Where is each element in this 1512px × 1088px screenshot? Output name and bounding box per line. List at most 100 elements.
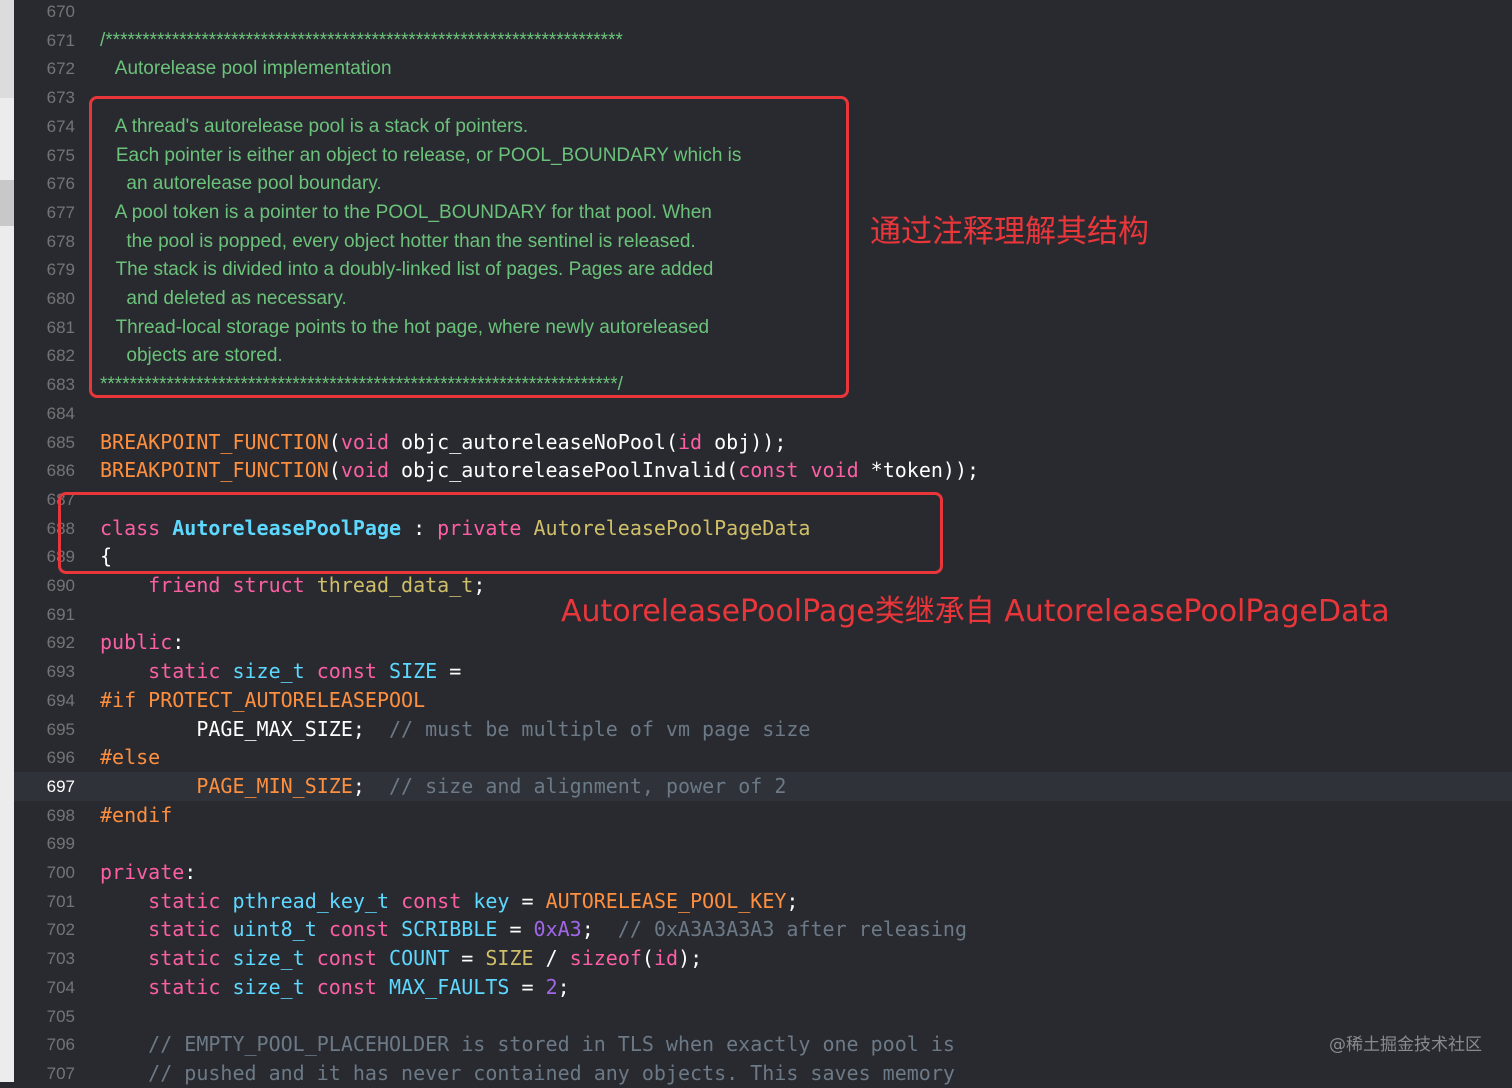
line-number[interactable]: 704 <box>14 973 75 1002</box>
code-line[interactable]: 696 #else <box>14 743 1512 772</box>
line-number[interactable]: 682 <box>14 341 75 370</box>
code-line[interactable]: 672 Autorelease pool implementation <box>14 54 1512 83</box>
code-token: BREAKPOINT_FUNCTION <box>100 458 329 483</box>
line-number[interactable]: 699 <box>14 829 75 858</box>
line-number[interactable]: 690 <box>14 571 75 600</box>
line-number[interactable]: 691 <box>14 600 75 629</box>
code-text: #endif <box>100 801 172 830</box>
code-line[interactable]: 702 static uint8_t const SCRIBBLE = 0xA3… <box>14 915 1512 944</box>
code-token: // EMPTY_POOL_PLACEHOLDER is stored in T… <box>148 1032 955 1057</box>
code-line[interactable]: 692 public: <box>14 628 1512 657</box>
watermark: @稀土掘金技术社区 <box>1329 1035 1482 1055</box>
line-number[interactable]: 695 <box>14 715 75 744</box>
code-line[interactable]: 685 BREAKPOINT_FUNCTION(void objc_autorel… <box>14 428 1512 457</box>
line-number[interactable]: 676 <box>14 169 75 198</box>
code-token: // size and alignment, power of 2 <box>389 773 787 798</box>
line-number[interactable]: 680 <box>14 284 75 313</box>
code-line[interactable]: 698 #endif <box>14 801 1512 830</box>
code-token: *token)); <box>858 458 980 483</box>
code-line[interactable]: 703 static size_t const COUNT = SIZE / s… <box>14 944 1512 973</box>
line-number[interactable]: 696 <box>14 743 75 772</box>
code-text: private: <box>100 858 196 887</box>
code-token: ; <box>557 974 570 999</box>
code-token: const <box>316 946 377 971</box>
line-number[interactable]: 674 <box>14 112 75 141</box>
code-token: // must be multiple of vm page size <box>388 716 811 741</box>
code-line[interactable]: 670 <box>14 0 1512 26</box>
line-number[interactable]: 692 <box>14 628 75 657</box>
code-token: id <box>677 429 703 454</box>
line-number[interactable]: 673 <box>14 83 75 112</box>
comment-highlight-box <box>89 96 849 398</box>
line-number[interactable]: 698 <box>14 801 75 830</box>
code-token: friend <box>148 573 221 597</box>
line-number[interactable]: 683 <box>14 370 75 399</box>
line-number[interactable]: 701 <box>14 887 75 916</box>
line-number[interactable]: 671 <box>14 26 75 55</box>
code-token: PAGE_MAX_SIZE; <box>100 716 389 741</box>
code-line[interactable]: 686 BREAKPOINT_FUNCTION(void objc_autorel… <box>14 456 1512 485</box>
code-token: struct <box>232 573 305 597</box>
code-line[interactable]: 699 <box>14 829 1512 858</box>
line-number[interactable]: 684 <box>14 399 75 428</box>
code-line[interactable]: 693 static size_t const SIZE = <box>14 657 1512 686</box>
code-token: AUTORELEASE_POOL_KEY <box>545 888 787 913</box>
code-token: = <box>437 659 462 684</box>
code-line[interactable]: 695 PAGE_MAX_SIZE; // must be multiple o… <box>14 715 1512 744</box>
line-number[interactable]: 706 <box>14 1030 75 1059</box>
code-line[interactable]: 707 // pushed and it has never contained… <box>14 1059 1512 1088</box>
left-edge-panel <box>0 0 14 1082</box>
code-text: Autorelease pool implementation <box>100 54 392 83</box>
line-number[interactable]: 707 <box>14 1059 75 1088</box>
code-line[interactable]: 684 <box>14 399 1512 428</box>
code-token: const <box>316 974 377 999</box>
line-number[interactable]: 677 <box>14 198 75 227</box>
code-token: sizeof <box>569 946 642 971</box>
line-number[interactable]: 702 <box>14 915 75 944</box>
code-token: pthread_key_t <box>232 888 390 913</box>
code-line[interactable]: 694 #if PROTECT_AUTORELEASEPOOL <box>14 686 1512 715</box>
code-line[interactable]: 671 /************************************… <box>14 26 1512 55</box>
code-line[interactable]: 701 static pthread_key_t const key = AUT… <box>14 887 1512 916</box>
code-text: static size_t const COUNT = SIZE / sizeo… <box>100 944 702 973</box>
line-number[interactable]: 675 <box>14 141 75 170</box>
line-number[interactable]: 685 <box>14 428 75 457</box>
code-line[interactable]: 706 // EMPTY_POOL_PLACEHOLDER is stored … <box>14 1030 1512 1059</box>
code-line[interactable]: 700 private: <box>14 858 1512 887</box>
code-token: size_t <box>232 974 305 999</box>
line-number[interactable]: 672 <box>14 54 75 83</box>
code-text: #else <box>100 743 160 772</box>
code-token: = <box>449 946 486 971</box>
code-token: ; <box>352 773 389 798</box>
code-text: #if PROTECT_AUTORELEASEPOOL <box>100 686 425 715</box>
code-token: #if PROTECT_AUTORELEASEPOOL <box>100 687 426 712</box>
code-text: BREAKPOINT_FUNCTION(void objc_autoreleas… <box>100 456 979 485</box>
code-line[interactable]: 697 PAGE_MIN_SIZE; // size and alignment… <box>14 771 1512 801</box>
line-number[interactable]: 681 <box>14 313 75 342</box>
code-line[interactable]: 705 <box>14 1002 1512 1031</box>
code-token: ); <box>678 946 703 971</box>
code-token: static <box>148 888 221 913</box>
line-number[interactable]: 697 <box>14 772 75 801</box>
line-number[interactable]: 700 <box>14 858 75 887</box>
line-number[interactable]: 678 <box>14 227 75 256</box>
code-line[interactable]: 704 static size_t const MAX_FAULTS = 2; <box>14 973 1512 1002</box>
line-number[interactable]: 705 <box>14 1002 75 1031</box>
line-number[interactable]: 703 <box>14 944 75 973</box>
line-number[interactable]: 670 <box>14 0 75 26</box>
code-token: ( <box>328 429 341 454</box>
line-number[interactable]: 679 <box>14 255 75 284</box>
line-number[interactable]: 694 <box>14 686 75 715</box>
code-text: // pushed and it has never contained any… <box>100 1059 955 1088</box>
code-token: 2 <box>545 974 558 999</box>
line-number[interactable]: 693 <box>14 657 75 686</box>
line-number[interactable]: 686 <box>14 456 75 485</box>
code-token: // 0xA3A3A3A3 after releasing <box>617 917 968 942</box>
code-text: BREAKPOINT_FUNCTION(void objc_autoreleas… <box>100 428 786 457</box>
